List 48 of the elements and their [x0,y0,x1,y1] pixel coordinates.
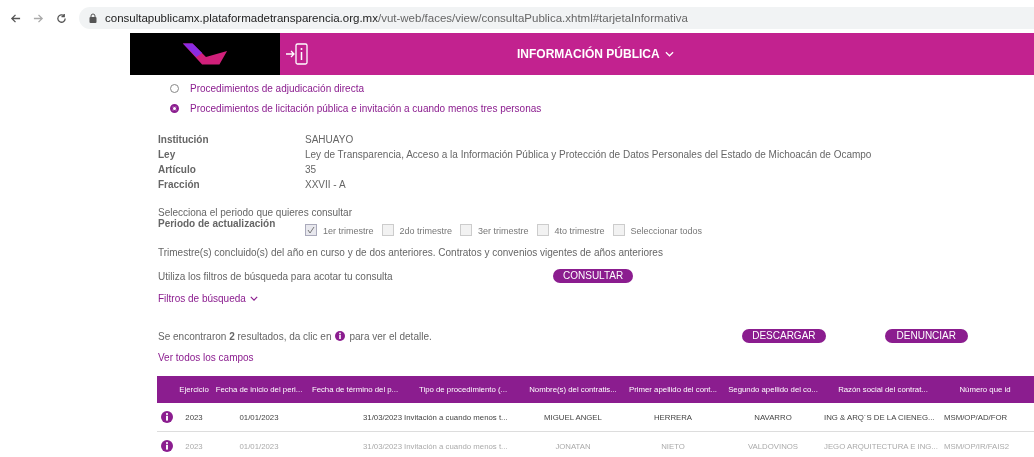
checkbox-label[interactable]: 4to trimestre [554,226,605,236]
checkbox-label[interactable]: 1er trimestre [323,226,374,236]
url-path: /vut-web/faces/view/consultaPublica.xhtml#tarjetaInformativa [377,12,688,24]
field-label: Institución [158,134,210,145]
consult-button[interactable]: CONSULTAR [553,269,634,283]
period-note: Trimestre(s) concluido(s) del año en curso y de dos anteriores. Contratos y convenios vigentes de años anteriores [158,247,664,258]
radio-button[interactable] [170,84,179,93]
info-icon[interactable] [161,411,173,423]
download-button[interactable]: DESCARGAR [742,329,826,343]
radio-label[interactable]: Procedimientos de licitación pública e invitación a cuando menos tres personas [190,103,542,114]
logo-icon[interactable] [181,41,229,67]
checkbox-label[interactable]: Seleccionar todos [630,226,703,236]
period-label: Periodo de actualización [158,218,277,231]
chevron-icon [249,296,258,301]
field-value: SAHUAYO [305,134,355,145]
radio-button[interactable] [170,104,179,113]
info-login-icon[interactable] [285,42,309,66]
forward-icon[interactable] [33,12,44,24]
chevron-icon [664,51,674,57]
address-bar[interactable]: consultapublicamx.plataformadetransparencia.org.mx/vut-web/faces/view/consultaPublica.xhtml#tarjetaInformativa [79,7,1034,29]
checkbox[interactable] [381,224,394,236]
field-label: Artículo [158,164,197,175]
field-value: 35 [305,164,318,175]
results-text: para ver el detalle. [349,330,432,342]
period-prompt: Selecciona el periodo que quieres consultar [158,207,353,218]
back-icon[interactable] [10,12,21,24]
info-icon[interactable] [161,440,173,452]
reload-icon[interactable] [56,12,67,24]
results-text: Se encontraron 2 resultados, da clic en [158,330,332,342]
checkbox[interactable] [305,224,317,236]
checkbox[interactable] [460,224,473,236]
checkbox-label[interactable]: 3er trimestre [478,226,529,236]
field-label: Fracción [158,179,201,190]
all-fields-link[interactable]: Ver todos los campos [158,352,254,363]
header-menu[interactable]: INFORMACIÓN PÚBLICA [517,47,674,61]
radio-label[interactable]: Procedimientos de adjudicación directa [190,83,364,94]
checkbox[interactable] [612,224,625,236]
checkbox[interactable] [536,224,549,236]
lock-icon [89,13,97,23]
filter-hint: Utiliza los filtros de búsqueda para acotar tu consulta [158,270,394,282]
report-button[interactable]: DENUNCIAR [884,329,968,343]
field-value: XXVII - A [305,179,347,190]
url-host: consultapublicamx.plataformadetransparencia.org.mx [105,12,378,24]
field-value: Ley de Transparencia, Acceso a la Información Pública y Protección de Datos Personales del Estado de Michoacán de Ocampo [305,149,873,160]
field-label: Ley [158,149,177,160]
checkbox-label[interactable]: 2do trimestre [399,226,453,236]
filters-link[interactable]: Filtros de búsqueda [158,293,258,304]
info-icon [335,331,346,341]
